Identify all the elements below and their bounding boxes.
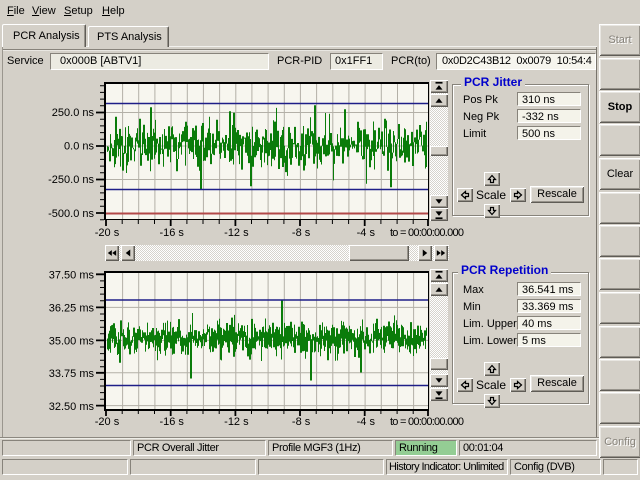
svg-text:-250.0 ns: -250.0 ns bbox=[48, 174, 94, 186]
svg-text:-8 s: -8 s bbox=[292, 227, 311, 239]
svg-text:-500.0 ns: -500.0 ns bbox=[48, 208, 94, 220]
svg-text:-12 s: -12 s bbox=[224, 227, 249, 239]
svg-text:36.25 ms: 36.25 ms bbox=[49, 303, 95, 315]
svg-text:-16 s: -16 s bbox=[159, 416, 184, 428]
svg-text:-20 s: -20 s bbox=[95, 227, 120, 239]
svg-text:32.50 ms: 32.50 ms bbox=[49, 401, 95, 413]
svg-text:0.0 ns: 0.0 ns bbox=[64, 141, 94, 153]
svg-text:-12 s: -12 s bbox=[224, 416, 249, 428]
svg-text:37.50 ms: 37.50 ms bbox=[49, 270, 95, 282]
svg-text:-20 s: -20 s bbox=[95, 416, 120, 428]
svg-text:to = 00:00:00.000: to = 00:00:00.000 bbox=[390, 416, 464, 428]
svg-text:-8 s: -8 s bbox=[292, 416, 311, 428]
svg-text:to = 00:00:00.000: to = 00:00:00.000 bbox=[390, 227, 464, 239]
svg-text:-4 s: -4 s bbox=[357, 416, 376, 428]
svg-text:35.00 ms: 35.00 ms bbox=[49, 336, 95, 348]
svg-text:250.0 ns: 250.0 ns bbox=[52, 107, 95, 119]
svg-text:-4 s: -4 s bbox=[357, 227, 376, 239]
svg-text:33.75 ms: 33.75 ms bbox=[49, 368, 95, 380]
svg-text:-16 s: -16 s bbox=[159, 227, 184, 239]
